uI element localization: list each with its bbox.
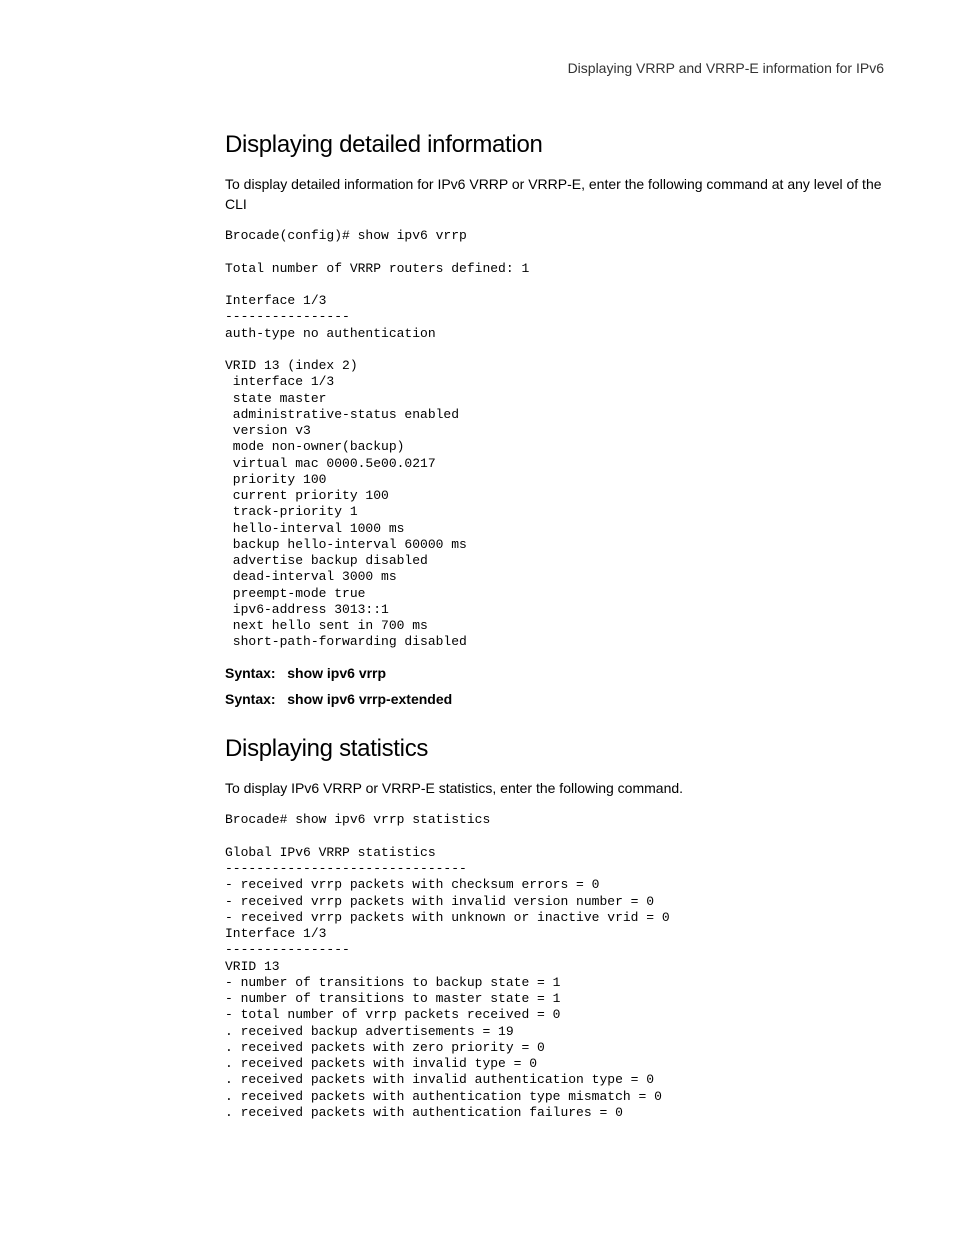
code-block-show-ipv6-vrrp: Brocade(config)# show ipv6 vrrp Total nu… bbox=[225, 228, 884, 651]
syntax-line-2: Syntax: show ipv6 vrrp-extended bbox=[225, 691, 884, 707]
code-block-show-ipv6-vrrp-statistics: Brocade# show ipv6 vrrp statistics Globa… bbox=[225, 812, 884, 1121]
syntax-label: Syntax: bbox=[225, 665, 276, 681]
intro-paragraph-2: To display IPv6 VRRP or VRRP-E statistic… bbox=[225, 779, 884, 799]
syntax-label: Syntax: bbox=[225, 691, 276, 707]
section-heading-detailed-info: Displaying detailed information bbox=[225, 131, 884, 159]
document-page: Displaying VRRP and VRRP-E information f… bbox=[0, 0, 954, 1195]
syntax-command: show ipv6 vrrp-extended bbox=[287, 691, 452, 707]
syntax-line-1: Syntax: show ipv6 vrrp bbox=[225, 665, 884, 681]
running-header: Displaying VRRP and VRRP-E information f… bbox=[225, 60, 884, 76]
syntax-command: show ipv6 vrrp bbox=[287, 665, 386, 681]
section-heading-statistics: Displaying statistics bbox=[225, 735, 884, 763]
intro-paragraph-1: To display detailed information for IPv6… bbox=[225, 175, 884, 214]
